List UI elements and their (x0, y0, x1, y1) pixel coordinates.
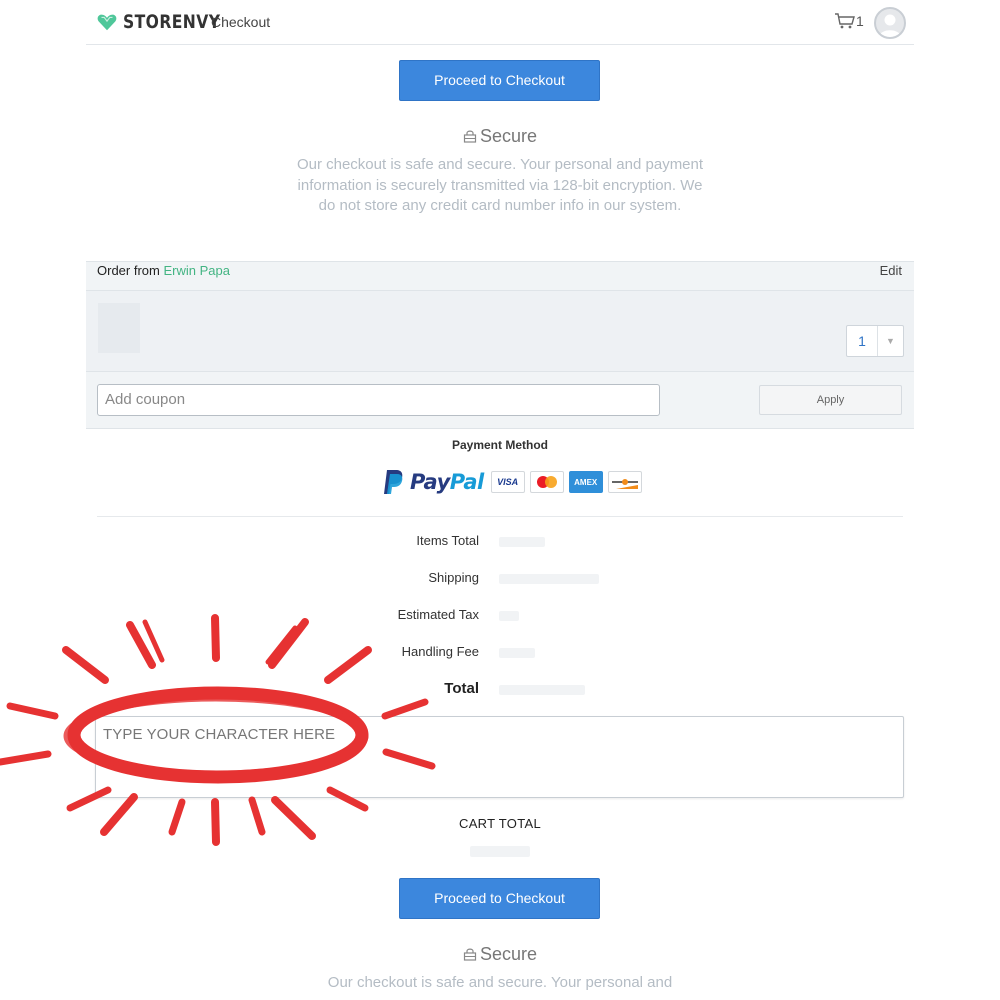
cart-total-value (470, 846, 530, 857)
coupon-input[interactable]: Add coupon (97, 384, 660, 416)
payment-method-title: Payment Method (451, 438, 548, 452)
divider (97, 516, 903, 517)
estimated-tax-value (499, 611, 519, 621)
cart-total-label: CART TOTAL (459, 816, 541, 831)
coupon-row: Add coupon Apply (86, 371, 914, 429)
top-header: STORENVY Checkout 1 (86, 0, 914, 45)
shipping-label: Shipping (428, 570, 479, 585)
order-from: Order from Erwin Papa (97, 263, 230, 279)
note-placeholder: TYPE YOUR CHARACTER HERE (103, 726, 336, 743)
total-value (499, 685, 585, 695)
product-thumbnail (98, 303, 140, 353)
discover-card-icon (607, 471, 642, 493)
items-total-value (499, 537, 545, 547)
quantity-select[interactable]: 1 ▼ (846, 325, 904, 357)
mastercard-icon (529, 471, 564, 493)
proceed-to-checkout-button-top[interactable]: Proceed to Checkout (399, 60, 600, 101)
secure-heading-bottom: Secure (0, 944, 1000, 965)
cart-button[interactable]: 1 (834, 12, 864, 30)
total-label: Total (444, 680, 479, 697)
visa-card-icon: VISA (490, 471, 525, 493)
user-avatar[interactable] (874, 7, 906, 39)
apply-coupon-button[interactable]: Apply (759, 385, 902, 415)
note-textarea[interactable]: TYPE YOUR CHARACTER HERE (95, 716, 904, 798)
order-header: Order from Erwin Papa Edit (86, 261, 914, 291)
order-item: 1 ▼ (86, 291, 914, 371)
secure-title: Secure (479, 126, 538, 146)
secure-description-top: Our checkout is safe and secure. Your pe… (296, 156, 704, 214)
paypal-pal-text: Pal (449, 470, 484, 494)
header-section-title: Checkout (211, 14, 271, 30)
secure-description-bottom: Our checkout is safe and secure. Your pe… (327, 974, 673, 991)
checkout-page: STORENVY Checkout 1 Proceed to Checkout … (0, 0, 1000, 1000)
chevron-down-icon: ▼ (886, 336, 895, 346)
quantity-value: 1 (847, 326, 878, 356)
paypal-icon (384, 470, 403, 494)
secure-title: Secure (479, 944, 538, 964)
user-icon (879, 14, 901, 37)
edit-order-link[interactable]: Edit (880, 263, 902, 279)
cart-count: 1 (856, 13, 864, 29)
brand-name: STORENVY (123, 11, 221, 33)
paypal-pay-text: Pay (410, 470, 450, 494)
cart-icon (835, 13, 855, 29)
order-from-label: Order from (97, 263, 160, 278)
handling-fee-label: Handling Fee (401, 644, 479, 659)
proceed-to-checkout-button-bottom[interactable]: Proceed to Checkout (399, 878, 600, 919)
payment-logos: PayPal VISA AMEX (382, 469, 642, 495)
amex-card-icon: AMEX (568, 471, 603, 493)
paypal-wordmark: PayPal (410, 470, 484, 494)
lock-icon (463, 130, 477, 143)
shop-link[interactable]: Erwin Papa (163, 263, 229, 278)
shipping-value (499, 574, 599, 584)
secure-heading-top: Secure (0, 126, 1000, 147)
heart-logo-icon (97, 14, 117, 31)
lock-icon (463, 948, 477, 961)
handling-fee-value (499, 648, 535, 658)
estimated-tax-label: Estimated Tax (397, 607, 479, 622)
items-total-label: Items Total (416, 533, 479, 548)
